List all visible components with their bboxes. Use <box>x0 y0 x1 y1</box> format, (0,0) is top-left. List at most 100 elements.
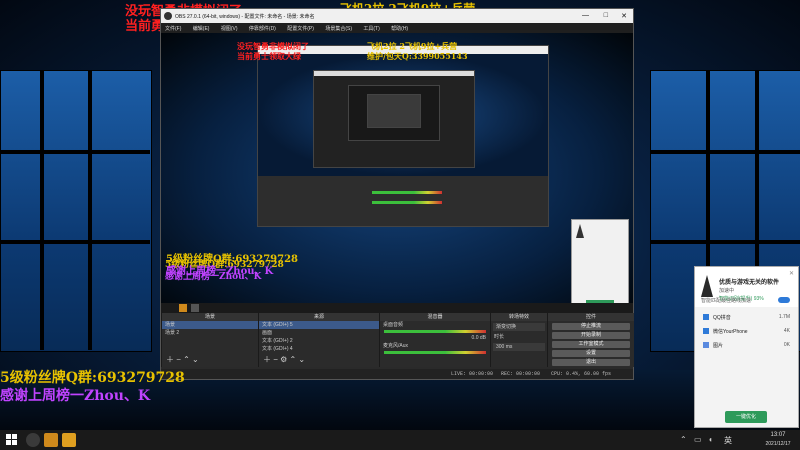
mixer-header: 混音器 <box>380 313 490 321</box>
preview-taskbar-icon <box>191 304 199 312</box>
popup-title: 优质与游戏无关的软件 <box>719 280 780 286</box>
status-live: LIVE: 00:00:00 <box>451 371 494 377</box>
menu-view[interactable]: 视图(V) <box>221 25 238 32</box>
tray-chevron-icon[interactable]: ⌃ <box>680 435 687 444</box>
popup-item-value: 0K <box>783 342 790 348</box>
transitions-dock: 转场特效 渐变切换 时长 300 ms <box>490 313 547 367</box>
photos-icon <box>703 342 709 348</box>
mullion <box>88 70 92 350</box>
mullion <box>40 70 44 350</box>
window-panel-left <box>0 70 152 352</box>
popup-item-name: 图片 <box>713 343 724 349</box>
nested-obs-1 <box>257 45 549 227</box>
popup-item-name: 微信YourPhone <box>713 329 748 335</box>
folder-taskbar-icon[interactable] <box>62 433 76 447</box>
mixer-dock: 混音器 桌面音频 0.0 dB 麦克风/Aux <box>379 313 490 367</box>
source-item[interactable]: 画面 <box>259 329 379 337</box>
minimize-button[interactable]: — <box>582 12 589 19</box>
menu-docks[interactable]: 停靠部件(D) <box>249 25 276 32</box>
obs-menubar: 文件(F) 编辑(E) 视图(V) 停靠部件(D) 配置文件(P) 场景集合(S… <box>161 23 633 33</box>
transition-select[interactable]: 渐变切换 <box>493 323 545 331</box>
popup-item-name: QQ拼音 <box>713 315 731 321</box>
exit-button[interactable]: 退出 <box>552 359 630 366</box>
close-button[interactable]: ✕ <box>621 12 627 20</box>
mixer-track-db: 0.0 dB <box>471 335 486 341</box>
controls-header: 控件 <box>548 313 634 321</box>
big-thanks-text: 感谢上周榜一Zhou、K <box>0 388 151 404</box>
stop-streaming-button[interactable]: 停止推流 <box>552 323 630 330</box>
controls-dock: 控件 停止推流 开始录制 工作室模式 设置 退出 <box>547 313 634 367</box>
your-phone-icon <box>703 328 709 334</box>
nested-obs-3 <box>348 85 440 141</box>
obs-titlebar[interactable]: OBS 27.0.1 (64-bit, windows) - 配置文件: 未命名… <box>161 9 633 23</box>
transition-duration-label: 时长 <box>494 334 505 340</box>
mic-audio-meter <box>384 351 486 354</box>
nested-obs-4 <box>367 94 421 128</box>
mirrored-popup-logo-icon <box>576 224 584 238</box>
ime-indicator[interactable]: 英 <box>724 435 732 446</box>
scene-item[interactable]: 场景 <box>162 321 258 329</box>
scene-item[interactable]: 场景 2 <box>162 329 258 337</box>
scene-controls-icons[interactable]: ＋ − ⌃ ⌄ <box>166 354 199 365</box>
sources-header: 来源 <box>259 313 379 321</box>
mixer-track-name: 麦克风/Aux <box>383 343 409 349</box>
mid-thanks-text: 感谢上周榜一Zhou、K <box>166 266 274 277</box>
notification-popup[interactable]: 优质与游戏无关的软件 加速中 智能识别(提升) 93% ✕ 智能匹配最佳路线加速… <box>694 266 799 428</box>
menu-profile[interactable]: 配置文件(P) <box>287 25 314 32</box>
mullion <box>650 240 800 244</box>
desktop-audio-meter <box>384 330 486 333</box>
mixer-track-name: 桌面音频 <box>383 322 404 328</box>
popup-toggle[interactable] <box>778 297 790 303</box>
qq-pinyin-icon <box>703 314 709 320</box>
menu-help[interactable]: 帮助(H) <box>391 25 408 32</box>
preview-overlay-line2: 当前勇士领取大绿 <box>237 51 301 61</box>
scenes-dock: 场景 场景 场景 2 ＋ − ⌃ ⌄ <box>161 313 258 367</box>
nested-meter <box>372 201 442 204</box>
volume-icon[interactable]: ◖ <box>708 435 713 444</box>
status-cpu: CPU: 0.4%, 60.00 fps <box>551 371 612 377</box>
optimize-button[interactable]: 一键优化 <box>725 411 767 423</box>
preview-overlay-line4: 维护/包天Q:3399055143 <box>367 51 468 61</box>
popup-logo-icon <box>701 275 713 297</box>
popup-item-value: 4K <box>783 328 790 334</box>
source-item[interactable]: 文本 (GDI+) 2 <box>259 337 379 345</box>
source-controls-icons[interactable]: ＋ − ⚙ ⌃ ⌄ <box>263 354 305 365</box>
menu-scene-collection[interactable]: 场景集合(S) <box>325 25 352 32</box>
mullion <box>0 150 150 154</box>
maximize-button[interactable]: □ <box>604 12 608 19</box>
sources-dock: 来源 文本 (GDI+) 5 画面 文本 (GDI+) 2 文本 (GDI+) … <box>258 313 379 367</box>
popup-item-value: 1.7M <box>778 314 790 320</box>
menu-file[interactable]: 文件(F) <box>165 25 181 32</box>
windows-logo-icon[interactable] <box>6 434 18 446</box>
clock-time[interactable]: 13:07 <box>760 432 796 438</box>
mullion <box>650 150 800 154</box>
popup-subtitle: 加速中 <box>719 288 735 294</box>
obs-logo-icon <box>164 12 172 20</box>
source-item[interactable]: 文本 (GDI+) 4 <box>259 345 379 353</box>
nested-docks <box>258 176 548 226</box>
transitions-header: 转场特效 <box>491 313 547 321</box>
network-icon[interactable]: ▭ <box>694 435 702 444</box>
mirrored-popup <box>571 219 629 313</box>
popup-close-icon[interactable]: ✕ <box>789 270 794 277</box>
obs-title: OBS 27.0.1 (64-bit, windows) - 配置文件: 未命名… <box>175 14 315 20</box>
app-taskbar-icon[interactable] <box>44 433 58 447</box>
obs-taskbar-icon[interactable] <box>26 433 40 447</box>
scenes-header: 场景 <box>162 313 258 321</box>
nested-meter <box>372 191 442 194</box>
nested-obs-2 <box>313 70 475 168</box>
menu-tools[interactable]: 工具(T) <box>363 25 379 32</box>
settings-button[interactable]: 设置 <box>552 350 630 357</box>
studio-mode-button[interactable]: 工作室模式 <box>552 341 630 348</box>
big-fan-text: 5级粉丝牌Q群:693279728 <box>0 370 185 386</box>
preview-taskbar-icon <box>179 304 187 312</box>
nested-titlebar <box>314 71 474 76</box>
mullion <box>0 240 150 244</box>
menu-edit[interactable]: 编辑(E) <box>193 25 210 32</box>
transition-duration-input[interactable]: 300 ms <box>493 343 545 351</box>
obs-window[interactable]: OBS 27.0.1 (64-bit, windows) - 配置文件: 未命名… <box>160 8 634 380</box>
start-recording-button[interactable]: 开始录制 <box>552 332 630 339</box>
popup-toggle-label: 智能匹配最佳路线加速 <box>701 298 752 304</box>
source-item[interactable]: 文本 (GDI+) 5 <box>259 321 379 329</box>
clock-date[interactable]: 2021/12/17 <box>756 441 800 447</box>
